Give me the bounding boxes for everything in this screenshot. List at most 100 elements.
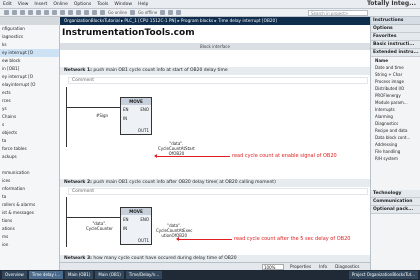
tree-item[interactable]: ices bbox=[0, 177, 59, 185]
diagnostics-tab[interactable]: Diagnostics bbox=[335, 264, 359, 269]
window-icon[interactable] bbox=[176, 10, 182, 15]
tree-item[interactable]: ion bbox=[0, 241, 59, 249]
search-input[interactable]: Search in project> bbox=[308, 10, 368, 16]
network-3-header[interactable]: Network 3: how many cycle count have occ… bbox=[60, 255, 370, 262]
technology-section[interactable]: Technology bbox=[371, 190, 420, 198]
instruction-folder-item[interactable]: PROFlenergy bbox=[371, 92, 420, 99]
menu-bar: Edit View Insert Online Options Tools Wi… bbox=[0, 0, 420, 9]
instruction-folder-item[interactable]: File handling bbox=[371, 148, 420, 155]
instruction-folder-item[interactable]: Addressing bbox=[371, 141, 420, 148]
simulation-icon[interactable] bbox=[100, 10, 105, 15]
print-icon[interactable] bbox=[28, 10, 33, 15]
tree-item[interactable]: ks bbox=[0, 41, 59, 49]
tree-item[interactable]: force tables bbox=[0, 145, 59, 153]
tree-item[interactable]: elayinterrupt [O bbox=[0, 81, 59, 89]
instruction-folder-item[interactable]: Recipe and data bbox=[371, 127, 420, 134]
instruction-folder-item[interactable]: Data block cont... bbox=[371, 134, 420, 141]
optional-packages-section[interactable]: Optional pack... bbox=[371, 206, 420, 214]
tree-item[interactable]: ew block bbox=[0, 57, 59, 65]
tree-item[interactable]: ta bbox=[0, 137, 59, 145]
out-operand-1[interactable]: "data". CycleCountAtStart OfOB20 bbox=[158, 141, 195, 156]
go-offline-button[interactable]: Go offline bbox=[138, 10, 157, 15]
tree-item[interactable]: in [OB1] bbox=[0, 65, 59, 73]
properties-tab[interactable]: Properties bbox=[290, 264, 311, 269]
tree-item[interactable]: nfiguration bbox=[0, 25, 59, 33]
cut-icon[interactable] bbox=[36, 10, 41, 15]
block-interface-bar[interactable]: Block interface bbox=[60, 43, 370, 50]
instruction-folder-item[interactable]: Process image bbox=[371, 78, 420, 85]
cross-reference-icon[interactable] bbox=[160, 10, 166, 15]
in-operand-1[interactable]: #Sign bbox=[96, 113, 108, 118]
project-status[interactable]: Project OrganizationBlocksTut... bbox=[348, 271, 418, 279]
favorites-section[interactable]: Favorites bbox=[371, 33, 420, 41]
tree-item[interactable]: ackups bbox=[0, 153, 59, 161]
move-box-1[interactable]: MOVE EN ENO IN OUT1 bbox=[120, 97, 152, 135]
instruction-folder-item[interactable]: Module param... bbox=[371, 99, 420, 106]
network-1-comment[interactable]: Comment bbox=[68, 77, 368, 84]
new-icon[interactable] bbox=[4, 10, 9, 15]
tree-item[interactable]: ys bbox=[0, 105, 59, 113]
instruction-folder-item[interactable]: Distributed I/O bbox=[371, 85, 420, 92]
taskbar-tab[interactable]: Main (OB1) bbox=[65, 271, 94, 279]
tree-item[interactable]: objects bbox=[0, 129, 59, 137]
menu-window[interactable]: Window bbox=[111, 2, 135, 7]
basic-instructions-section[interactable]: Basic instructi... bbox=[371, 41, 420, 49]
instruction-folder-item[interactable]: Interrupts bbox=[371, 106, 420, 113]
move-box-2[interactable]: MOVE EN ENO IN OUT1 bbox=[120, 207, 152, 245]
tree-item[interactable]: rces bbox=[0, 97, 59, 105]
tree-item[interactable]: Chains bbox=[0, 113, 59, 121]
tree-item[interactable]: ist & messages bbox=[0, 209, 59, 217]
instruction-folder-item[interactable]: String + Char bbox=[371, 71, 420, 78]
tree-item[interactable]: rollers & alarms bbox=[0, 201, 59, 209]
tree-item[interactable]: tions bbox=[0, 217, 59, 225]
communication-section[interactable]: Communication bbox=[371, 198, 420, 206]
instruction-folder-item[interactable]: R/H system bbox=[371, 155, 420, 162]
tree-item[interactable]: ects bbox=[0, 89, 59, 97]
tree-item[interactable]: ta bbox=[0, 193, 59, 201]
open-icon[interactable] bbox=[12, 10, 17, 15]
tree-item[interactable]: iagnostics bbox=[0, 33, 59, 41]
split-editor-icon[interactable] bbox=[168, 10, 174, 15]
info-tab[interactable]: Info bbox=[319, 264, 327, 269]
menu-options[interactable]: Options bbox=[71, 2, 94, 7]
out-operand-2[interactable]: "data". CycleCountAtExec utionOfOB20 bbox=[156, 223, 192, 238]
taskbar-tab[interactable]: Main (OB1) bbox=[95, 271, 124, 279]
menu-view[interactable]: View bbox=[15, 2, 32, 7]
upload-icon[interactable] bbox=[92, 10, 97, 15]
tree-item[interactable]: s bbox=[0, 121, 59, 129]
extended-instructions-section[interactable]: Extended instru... bbox=[371, 49, 420, 57]
download-icon[interactable] bbox=[84, 10, 89, 15]
menu-tools[interactable]: Tools bbox=[94, 2, 111, 7]
tree-item[interactable]: ms bbox=[0, 233, 59, 241]
in-operand-2[interactable]: "data". CycleCounter bbox=[86, 221, 113, 231]
paste-icon[interactable] bbox=[52, 10, 57, 15]
tree-item[interactable]: ey interrupt [O bbox=[0, 49, 59, 57]
go-online-button[interactable]: Go online bbox=[108, 10, 127, 15]
instruction-folder-item[interactable]: Date and time bbox=[371, 64, 420, 71]
taskbar-tab[interactable]: Overview bbox=[2, 271, 27, 279]
tree-item[interactable]: ey interrupt [O bbox=[0, 73, 59, 81]
network-2-header[interactable]: Network 2: push main OB1 cycle count inf… bbox=[60, 179, 370, 187]
taskbar-tab[interactable]: Time/Delay/n... bbox=[125, 271, 163, 279]
menu-online[interactable]: Online bbox=[50, 2, 71, 7]
network-1-header[interactable]: Network 1: push main OB1 cycle count inf… bbox=[60, 67, 370, 75]
network-2-comment[interactable]: Comment bbox=[68, 188, 368, 195]
copy-icon[interactable] bbox=[44, 10, 49, 15]
tree-item[interactable] bbox=[0, 161, 59, 169]
go-offline-icon[interactable] bbox=[130, 10, 136, 15]
compile-icon[interactable] bbox=[76, 10, 81, 15]
tree-item[interactable]: mmunication bbox=[0, 169, 59, 177]
options-section[interactable]: Options bbox=[371, 25, 420, 33]
menu-help[interactable]: Help bbox=[135, 2, 151, 7]
taskbar-tab[interactable]: Time delay i... bbox=[28, 271, 64, 279]
menu-edit[interactable]: Edit bbox=[0, 2, 15, 7]
menu-insert[interactable]: Insert bbox=[31, 2, 50, 7]
save-icon[interactable] bbox=[20, 10, 25, 15]
banner: InstrumentationTools.com bbox=[60, 25, 370, 43]
tree-item[interactable]: ations bbox=[0, 225, 59, 233]
tree-item[interactable]: nformation bbox=[0, 185, 59, 193]
instruction-folder-item[interactable]: Diagnostics bbox=[371, 120, 420, 127]
instruction-folder-item[interactable]: Alarming bbox=[371, 113, 420, 120]
redo-icon[interactable] bbox=[68, 10, 73, 15]
undo-icon[interactable] bbox=[60, 10, 65, 15]
